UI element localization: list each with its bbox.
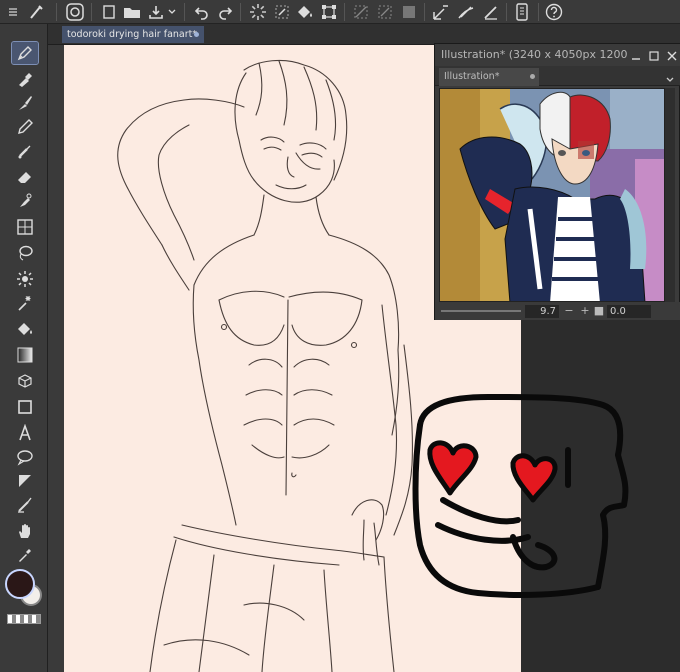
zoom-in-icon[interactable]: + — [579, 304, 591, 318]
navigator-title-text: Illustration* (3240 x 4050px 1200c — [441, 48, 634, 61]
balloon-icon[interactable] — [12, 446, 38, 468]
eyedropper-icon[interactable] — [12, 68, 38, 90]
navigator-controls: 9.7 − + ■ 0.0 — [435, 302, 680, 320]
correct-line-icon[interactable] — [12, 494, 38, 516]
zoom-value: 9.7 — [540, 306, 556, 317]
document-tab-title: todoroki drying hair fanart* — [67, 29, 198, 40]
chevron-down-icon[interactable] — [165, 1, 179, 23]
tool-palette — [0, 24, 48, 672]
unsaved-dot-icon — [194, 32, 199, 37]
reference-image[interactable] — [439, 88, 665, 302]
zoom-field[interactable]: 9.7 — [525, 305, 559, 318]
main-color-swatch[interactable] — [5, 569, 35, 599]
clip-studio-window: todoroki drying hair fanart* Illustratio… — [0, 0, 680, 672]
snap-ruler-icon[interactable] — [430, 1, 452, 23]
navigator-tab-label: Illustration* — [444, 71, 500, 82]
gradient-icon[interactable] — [12, 344, 38, 366]
rotation-field[interactable]: 0.0 — [607, 305, 651, 318]
redo-icon[interactable] — [214, 1, 236, 23]
loading-icon[interactable] — [247, 1, 269, 23]
eraser-icon[interactable] — [12, 166, 38, 188]
smartphone-icon[interactable] — [511, 1, 533, 23]
reference-illustration — [440, 89, 664, 301]
maximize-icon[interactable] — [649, 46, 659, 65]
3d-object-icon[interactable] — [12, 370, 38, 392]
transform-icon[interactable] — [318, 1, 340, 23]
brush-icon[interactable] — [12, 92, 38, 114]
minimize-icon[interactable] — [631, 46, 641, 65]
fit-icon[interactable]: ■ — [593, 304, 605, 318]
rectangle-icon[interactable] — [12, 396, 38, 418]
pencil-icon[interactable] — [12, 116, 38, 138]
open-folder-icon[interactable] — [121, 1, 143, 23]
invert-selection-icon[interactable] — [374, 1, 396, 23]
command-bar — [0, 0, 680, 24]
color-picker-icon[interactable] — [12, 544, 38, 566]
color-swatches[interactable] — [4, 568, 44, 608]
auto-select-icon[interactable] — [12, 268, 38, 290]
zoom-slider[interactable] — [441, 310, 521, 312]
navigator-scrollbar[interactable] — [665, 88, 675, 302]
snap-special-ruler-icon[interactable] — [455, 1, 477, 23]
decoration-icon[interactable] — [12, 190, 38, 212]
snap-grid-icon[interactable] — [480, 1, 502, 23]
navigator-tab-row: Illustration* — [435, 66, 680, 86]
chevron-down-icon[interactable] — [665, 70, 675, 89]
unsaved-dot-icon — [530, 74, 535, 79]
brush-icon[interactable] — [25, 1, 47, 23]
save-icon[interactable] — [145, 1, 167, 23]
navigator-window[interactable]: Illustration* (3240 x 4050px 1200c Illus… — [434, 43, 680, 320]
window-controls — [627, 44, 677, 66]
selection-border-icon[interactable] — [398, 1, 420, 23]
ruler-icon[interactable] — [12, 470, 38, 492]
menu-icon[interactable] — [2, 1, 24, 23]
fill-icon[interactable] — [294, 1, 316, 23]
text-icon[interactable] — [12, 422, 38, 444]
document-tab[interactable]: todoroki drying hair fanart* — [62, 26, 204, 43]
deselect-icon[interactable] — [350, 1, 372, 23]
zoom-out-icon[interactable]: − — [563, 304, 575, 318]
lasso-icon[interactable] — [12, 242, 38, 264]
pen-tool-icon[interactable] — [11, 41, 39, 65]
fill-icon[interactable] — [12, 318, 38, 340]
clip-studio-icon[interactable] — [64, 1, 86, 23]
undo-icon[interactable] — [191, 1, 213, 23]
navigator-tab[interactable]: Illustration* — [439, 68, 539, 86]
transparent-color-icon[interactable] — [7, 614, 41, 624]
rotation-value: 0.0 — [610, 306, 626, 317]
hand-icon[interactable] — [12, 520, 38, 542]
airbrush-icon[interactable] — [12, 140, 38, 162]
clear-icon[interactable] — [271, 1, 293, 23]
close-icon[interactable] — [667, 46, 677, 65]
help-icon[interactable] — [543, 1, 565, 23]
frame-icon[interactable] — [12, 216, 38, 238]
magic-wand-icon[interactable] — [12, 292, 38, 314]
new-file-icon[interactable] — [98, 1, 120, 23]
